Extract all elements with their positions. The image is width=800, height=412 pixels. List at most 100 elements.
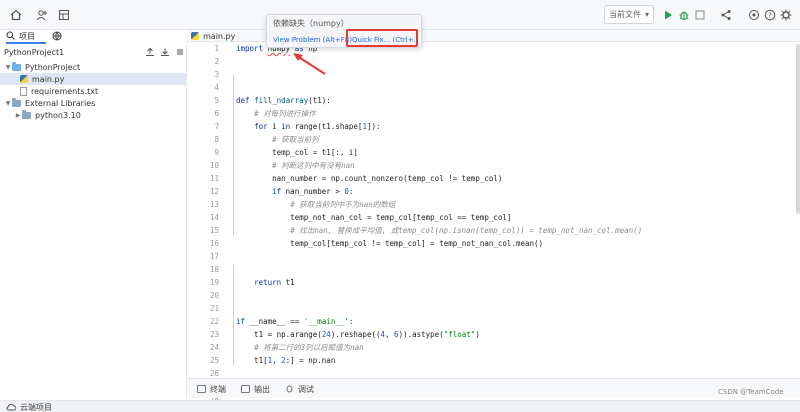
tree-item-label: External Libraries [25,98,96,108]
table-icon[interactable] [56,7,72,23]
line-number: 20 [209,291,219,300]
debug-icon [285,384,294,395]
tab-main-py[interactable]: main.py [191,30,235,42]
stop-icon[interactable] [692,7,708,23]
tree-item-label: PythonProject [25,62,81,72]
python-file-icon [191,32,199,40]
tab-project[interactable]: 项目 [6,30,46,44]
line-number: 23 [209,330,219,339]
watermark: CSDN @TeamCode [718,388,784,396]
tree-item-label: python3.10 [35,110,81,120]
line-number: 6 [214,109,219,118]
download-icon[interactable] [160,47,170,59]
cloud-project-status[interactable]: 云端项目 [6,402,52,412]
code-line: if nan_number > 0: [272,187,354,196]
code-line: temp_not_nan_col = temp_col[temp_col == … [236,213,512,222]
chevron-right-icon: ▶ [15,111,21,119]
line-number: 2 [214,57,219,66]
line-number: 11 [209,174,219,183]
quick-fix-highlight [346,29,418,47]
search-icon [6,31,15,42]
tree-item-requirements[interactable]: requirements.txt [0,85,187,97]
project-name: PythonProject1 [4,48,65,57]
line-number: 18 [209,265,219,274]
line-number: 16 [209,239,219,248]
code-line: if __name__ == '__main__': [236,317,354,326]
tree-item-external-libraries[interactable]: ▼ External Libraries [0,97,187,109]
view-problem-button[interactable]: View Problem (Alt+F8) [270,33,355,46]
code-line: # 判断这列中有没有nan [272,161,355,170]
run-config-label: 当前文件 [609,10,641,19]
run-icon[interactable] [660,7,676,23]
library-icon [12,97,21,107]
code-line: t1[1, 2:] = np.nan [236,356,336,365]
svg-text:?: ? [768,12,772,20]
bottom-tool-strip: 终端 输出 调试 [187,378,800,398]
code-line: # 获取当前列 [272,135,319,144]
cloud-icon [6,403,17,412]
project-sidebar: PythonProject1 ▼ PythonProject main.py r… [0,44,187,400]
tab-label: main.py [203,31,236,41]
code-line: nan_number = np.count_nonzero(temp_col !… [236,174,503,183]
code-line: t1 = np.arange(24).reshape((4, 6)).astyp… [236,330,480,339]
library-icon [22,109,31,119]
editor-scrollbar[interactable] [796,44,800,214]
status-bar: 云端项目 [0,400,800,412]
code-area[interactable]: import numpy as np def fill_ndarray(t1):… [236,42,796,372]
line-number: 15 [209,226,219,235]
line-number: 9 [214,148,219,157]
code-line: # 对每列进行操作 [254,109,316,118]
terminal-button[interactable]: 终端 [197,383,226,395]
terminal-label: 终端 [210,384,226,394]
line-number: 8 [214,135,219,144]
code-line: def fill_ndarray(t1): [236,96,331,105]
debug-icon[interactable] [676,7,692,23]
annotation-arrow-icon [293,53,326,75]
upload-icon[interactable] [145,47,155,59]
output-button[interactable]: 输出 [241,383,270,395]
line-number: 10 [209,161,219,170]
line-number: 13 [209,200,219,209]
tree-item-label: main.py [32,74,65,84]
line-number: 21 [209,304,219,313]
debug-panel-button[interactable]: 调试 [285,383,314,395]
line-number: 7 [214,122,219,131]
tree-item-label: requirements.txt [31,86,99,96]
line-number: 17 [209,252,219,261]
more-icon[interactable] [175,47,185,59]
debug-label: 调试 [298,384,314,394]
terminal-icon [197,385,206,393]
code-line: # 找出nan, 替换成平均值, 或temp_col(np.isnan(temp… [290,226,643,235]
line-number: 5 [214,96,219,105]
cloud-project-label: 云端项目 [20,403,52,412]
settings-icon[interactable] [746,7,762,23]
fold-guide [233,75,234,235]
globe-icon [52,31,62,43]
run-config-select[interactable]: 当前文件 ▾ [604,5,654,24]
share-icon[interactable] [718,7,734,23]
text-file-icon [20,86,27,96]
code-line: return t1 [254,278,295,287]
tree-item-python310[interactable]: ▶ python3.10 [0,109,187,121]
line-number: 1 [214,44,219,53]
line-number: 24 [209,343,219,352]
code-line: temp_col[temp_col != temp_col] = temp_no… [236,239,544,248]
add-user-icon[interactable] [34,7,50,23]
tree-item-project-folder[interactable]: ▼ PythonProject [0,61,187,73]
python-file-icon [20,75,28,83]
line-number: 25 [209,356,219,365]
home-icon[interactable] [8,7,24,23]
tree-item-main-py[interactable]: main.py [0,73,187,85]
line-number: 19 [209,278,219,287]
project-header: PythonProject1 [0,46,187,60]
gear-icon[interactable] [778,7,794,23]
help-icon[interactable]: ? [762,7,778,23]
fold-guide [233,265,234,365]
tab-globe[interactable] [52,30,66,44]
code-line: # 将第二行的3列以后赋值为nan [254,343,364,352]
code-editor[interactable]: 1 2 3 4 5 6 7 8 9 10 11 12 13 14 15 16 17 18 19 20 21 22 23 24 2… [187,42,800,404]
sidebar-tabs: 项目 [0,30,187,44]
output-icon [241,385,250,393]
line-number: 12 [209,187,219,196]
line-number: 4 [214,83,219,92]
